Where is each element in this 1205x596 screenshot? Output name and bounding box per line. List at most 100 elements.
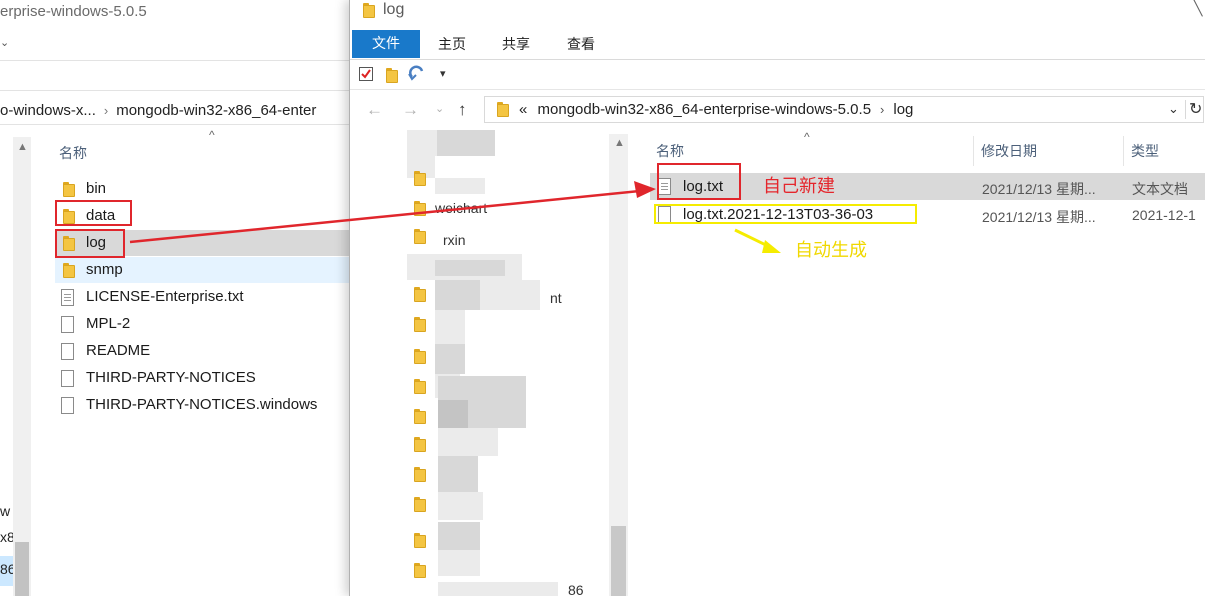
back-nav-fragments: w x8: [0, 498, 13, 550]
blurred-area: [438, 376, 526, 400]
nav-fragment[interactable]: rxin: [443, 232, 466, 248]
file-icon: [61, 397, 74, 414]
back-window-ribbon-chevron[interactable]: ⌄: [0, 36, 9, 49]
column-header-modified[interactable]: 修改日期: [981, 141, 1037, 161]
blurred-area: [407, 130, 437, 156]
back-address-bar[interactable]: o-windows-x... › mongodb-win32-x86_64-ente…: [0, 97, 352, 125]
annotation-auto-generated: 自动生成: [795, 240, 867, 260]
address-divider: [1185, 100, 1186, 119]
folder-icon: [412, 228, 426, 244]
back-nav-scrollbar[interactable]: ▲: [13, 137, 31, 596]
column-header-type[interactable]: 类型: [1131, 141, 1159, 161]
blurred-area: [435, 310, 465, 346]
blurred-area: [438, 456, 478, 492]
file-name: LICENSE-Enterprise.txt: [86, 288, 244, 305]
back-toolbar-divider: [0, 90, 352, 91]
tab-home[interactable]: 主页: [438, 30, 466, 58]
tab-view[interactable]: 查看: [567, 30, 595, 58]
chevron-right-icon[interactable]: ›: [880, 102, 884, 117]
up-arrow-icon[interactable]: ↑: [458, 100, 467, 120]
back-arrow-icon[interactable]: ←: [366, 100, 383, 120]
text-file-icon: [61, 289, 74, 306]
undo-icon[interactable]: [408, 65, 428, 83]
file-icon: [61, 316, 74, 333]
properties-icon[interactable]: [358, 66, 374, 82]
folder-icon: [412, 562, 426, 578]
address-part[interactable]: log: [893, 101, 913, 118]
nav-fragment[interactable]: x8: [0, 524, 13, 550]
forward-arrow-icon[interactable]: →: [402, 100, 419, 120]
back-window-title: erprise-windows-5.0.5: [0, 3, 147, 20]
file-row[interactable]: bin: [55, 176, 352, 202]
address-overflow-icon[interactable]: «: [519, 101, 527, 118]
tab-share[interactable]: 共享: [502, 30, 530, 58]
folder-icon: [412, 378, 426, 394]
file-row[interactable]: THIRD-PARTY-NOTICES: [55, 365, 352, 391]
highlight-box-log: [55, 229, 125, 258]
file-row[interactable]: THIRD-PARTY-NOTICES.windows: [55, 392, 352, 418]
file-list-pane: ^ 名称 修改日期 类型 log.txt 2021/12/13 星期... 文本…: [646, 130, 1205, 596]
file-icon: [61, 370, 74, 387]
file-modified-date: 2021/12/13 星期...: [982, 209, 1096, 225]
folder-icon: [495, 101, 509, 117]
back-address-part[interactable]: mongodb-win32-x86_64-enter: [116, 102, 316, 119]
back-ribbon-divider: [0, 60, 352, 61]
file-row[interactable]: MPL-2: [55, 311, 352, 337]
blurred-area: [438, 492, 483, 520]
highlight-box-log-txt: [657, 163, 741, 200]
navigation-bar: ← → ⌄ ↑ « mongodb-win32-x86_64-enterpris…: [350, 90, 1205, 130]
new-folder-icon[interactable]: [384, 67, 398, 83]
sort-ascending-icon: ^: [209, 128, 215, 142]
refresh-icon[interactable]: ↻: [1189, 99, 1202, 119]
tab-file[interactable]: 文件: [352, 30, 420, 58]
file-name: THIRD-PARTY-NOTICES: [86, 369, 256, 386]
back-address-part[interactable]: o-windows-x...: [0, 102, 96, 119]
file-name: THIRD-PARTY-NOTICES.windows: [86, 396, 318, 413]
folder-icon: [412, 436, 426, 452]
scroll-up-arrow-icon[interactable]: ▲: [614, 137, 625, 149]
file-name: MPL-2: [86, 315, 131, 332]
navigation-pane-scrollbar[interactable]: ▲: [609, 134, 628, 596]
blurred-area: [438, 428, 498, 456]
column-divider[interactable]: [973, 136, 974, 166]
blurred-area: [435, 260, 505, 276]
nav-fragment[interactable]: weichart: [435, 200, 487, 216]
scrollbar-thumb[interactable]: [611, 526, 626, 596]
address-dropdown-icon[interactable]: ⌄: [1168, 101, 1179, 117]
column-header-name[interactable]: 名称: [656, 141, 684, 161]
highlight-box-log-rotated: [654, 204, 917, 224]
ribbon-tab-bar: 文件 主页 共享 查看: [350, 30, 1205, 60]
address-bar[interactable]: « mongodb-win32-x86_64-enterprise-window…: [484, 96, 1204, 123]
recent-locations-icon[interactable]: ⌄: [435, 102, 444, 115]
folder-icon: [61, 262, 75, 278]
folder-icon: [412, 466, 426, 482]
address-part[interactable]: mongodb-win32-x86_64-enterprise-windows-…: [538, 101, 872, 118]
folder-icon: [412, 170, 426, 186]
nav-fragment[interactable]: w: [0, 498, 13, 524]
scroll-up-arrow-icon[interactable]: ▲: [17, 141, 28, 153]
blurred-area: [438, 522, 480, 550]
folder-icon: [412, 532, 426, 548]
blurred-area: [435, 178, 485, 194]
file-row-hover[interactable]: snmp: [55, 257, 352, 283]
annotation-created-manually: 自己新建: [763, 176, 835, 196]
file-row[interactable]: README: [55, 338, 352, 364]
blurred-area: [437, 130, 495, 156]
column-divider[interactable]: [1123, 136, 1124, 166]
background-explorer-window: erprise-windows-5.0.5 ⌄ o-windows-x... › m…: [0, 0, 352, 596]
close-icon[interactable]: ╲: [1194, 0, 1202, 17]
chevron-right-icon[interactable]: ›: [104, 103, 108, 118]
navigation-pane: weichart rxin nt 86: [350, 130, 628, 596]
file-row[interactable]: LICENSE-Enterprise.txt: [55, 284, 352, 310]
nav-fragment[interactable]: nt: [550, 290, 562, 306]
column-header-name[interactable]: 名称: [59, 143, 87, 163]
customize-toolbar-dropdown-icon[interactable]: ▾: [440, 67, 446, 80]
nav-fragment[interactable]: 86: [568, 582, 584, 596]
window-title: log: [383, 1, 405, 18]
blurred-area: [438, 550, 480, 576]
file-type: 2021-12-1: [1132, 207, 1196, 223]
file-name: bin: [86, 180, 107, 197]
scrollbar-thumb[interactable]: [15, 542, 29, 596]
file-type: 文本文档: [1132, 181, 1188, 197]
file-icon: [61, 343, 74, 360]
